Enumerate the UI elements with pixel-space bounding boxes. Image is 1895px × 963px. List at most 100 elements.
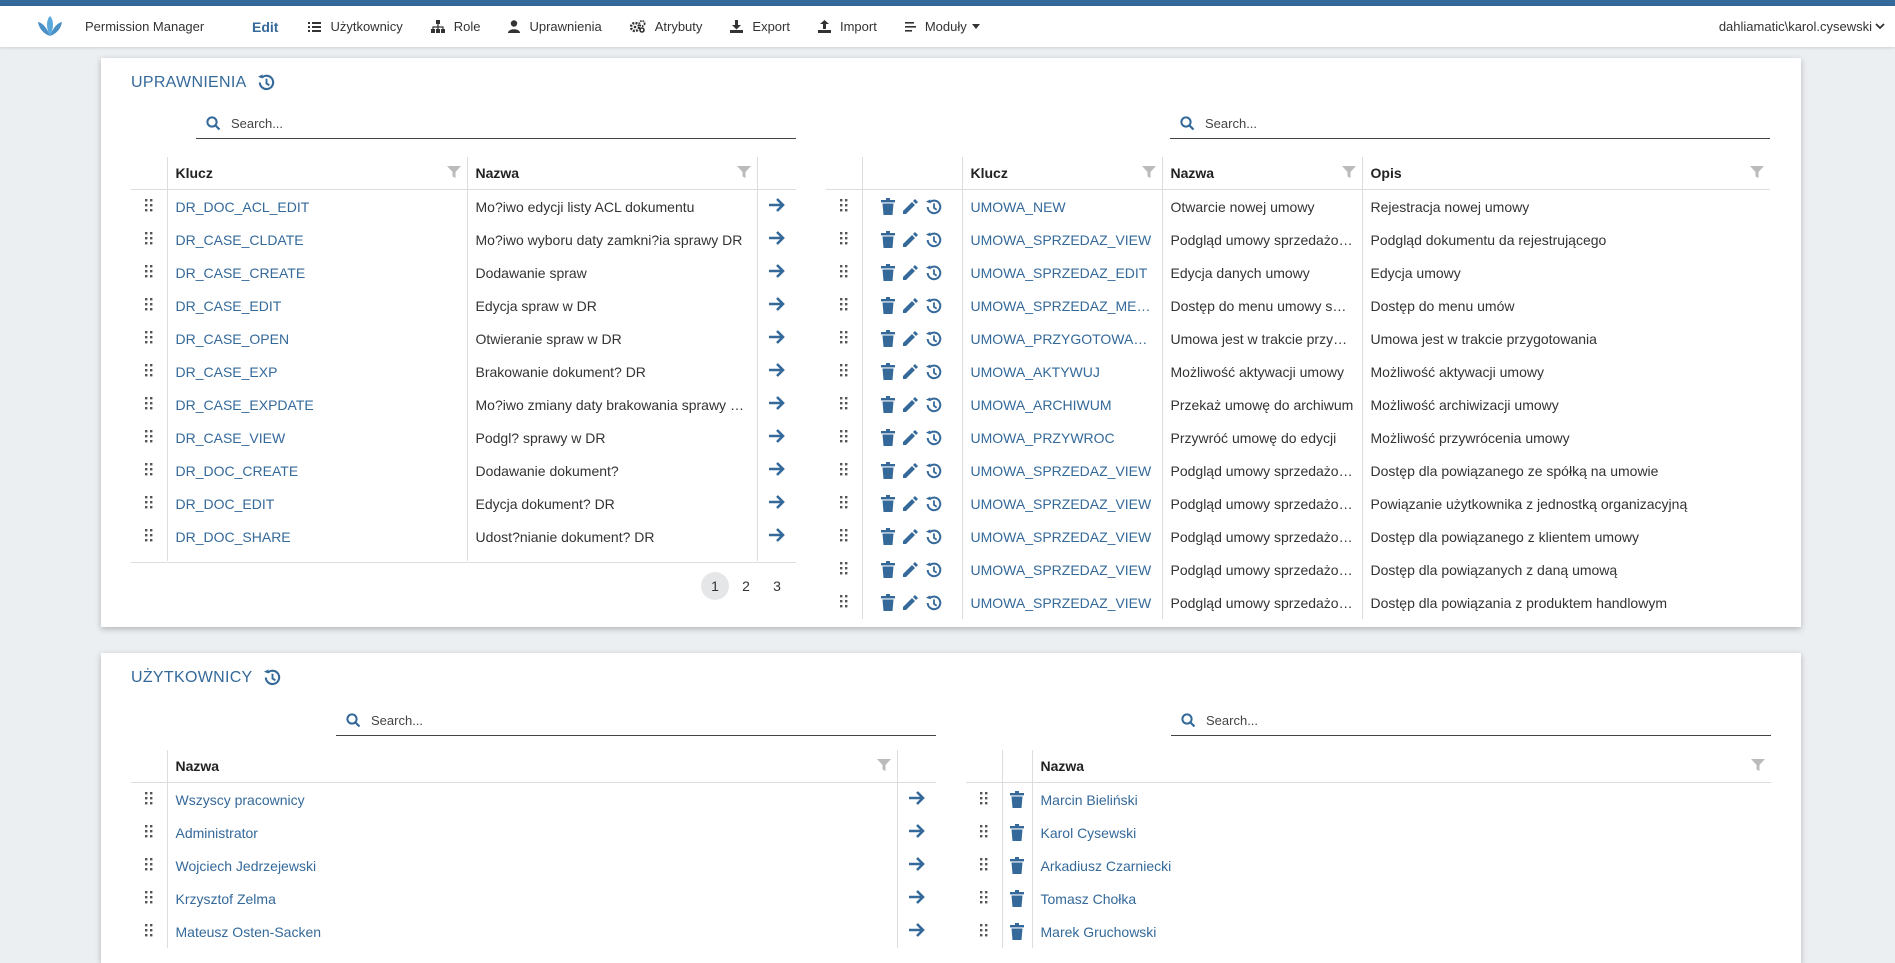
trash-icon[interactable] (878, 230, 898, 249)
nav-item-export[interactable]: Export (730, 19, 790, 34)
arrow-right-icon[interactable] (908, 857, 926, 875)
trash-icon[interactable] (878, 362, 898, 381)
pencil-icon[interactable] (898, 527, 922, 544)
pencil-icon[interactable] (898, 560, 922, 577)
drag-handle-cell[interactable] (966, 915, 1003, 948)
cell-text[interactable]: Marek Gruchowski (1032, 915, 1771, 948)
column-header-klucz[interactable]: Klucz (962, 157, 1163, 190)
drag-handle-icon[interactable] (144, 791, 153, 808)
drag-handle-icon[interactable] (144, 923, 153, 940)
drag-handle-icon[interactable] (839, 396, 848, 413)
arrow-right-icon[interactable] (768, 231, 786, 249)
cell-text[interactable]: DR_CASE_EDIT (167, 289, 468, 322)
page-button-1[interactable]: 1 (701, 572, 729, 600)
drag-handle-icon[interactable] (839, 330, 848, 347)
app-title[interactable]: Permission Manager (85, 19, 204, 34)
drag-handle-cell[interactable] (826, 454, 863, 487)
drag-handle-cell[interactable] (966, 882, 1003, 915)
cell-text[interactable]: UMOWA_SPRZEDAZ_VIEW (962, 454, 1163, 487)
user-menu[interactable]: dahliamatic\karol.cysewski (1719, 19, 1885, 34)
drag-handle-icon[interactable] (144, 363, 153, 380)
drag-handle-icon[interactable] (144, 198, 153, 215)
history-icon[interactable] (922, 296, 946, 313)
drag-handle-cell[interactable] (826, 355, 863, 388)
cell-text[interactable]: UMOWA_PRZYGOTOWA… (962, 322, 1163, 355)
drag-handle-icon[interactable] (144, 890, 153, 907)
cell-text[interactable]: DR_CASE_VIEW (167, 421, 468, 454)
filter-icon[interactable] (1141, 166, 1156, 179)
arrow-right-icon[interactable] (908, 791, 926, 809)
drag-handle-cell[interactable] (131, 915, 168, 948)
drag-handle-cell[interactable] (131, 355, 168, 388)
history-icon[interactable] (922, 329, 946, 346)
arrow-right-icon[interactable] (768, 429, 786, 447)
nav-edit[interactable]: Edit (252, 19, 278, 35)
drag-handle-cell[interactable] (131, 388, 168, 421)
nav-item-uzytkownicy[interactable]: Użytkownicy (308, 19, 403, 34)
filter-icon[interactable] (736, 166, 751, 179)
cell-text[interactable]: DR_DOC_SHARE (167, 520, 468, 553)
column-header-nazwa[interactable]: Nazwa (167, 750, 898, 783)
drag-handle-icon[interactable] (839, 594, 848, 611)
cell-text[interactable]: Mateusz Osten-Sacken (167, 915, 898, 948)
drag-handle-icon[interactable] (839, 429, 848, 446)
trash-icon[interactable] (878, 197, 898, 216)
drag-handle-icon[interactable] (144, 495, 153, 512)
history-icon[interactable] (922, 494, 946, 511)
cell-text[interactable]: DR_CASE_OPEN (167, 322, 468, 355)
drag-handle-cell[interactable] (131, 421, 168, 454)
filter-icon[interactable] (1751, 759, 1765, 772)
uzytkownicy-left-search[interactable] (336, 705, 936, 736)
drag-handle-cell[interactable] (826, 586, 863, 619)
drag-handle-icon[interactable] (979, 890, 988, 907)
filter-icon[interactable] (446, 166, 461, 179)
pencil-icon[interactable] (898, 197, 922, 214)
nav-item-uprawnienia[interactable]: Uprawnienia (508, 19, 602, 34)
cell-text[interactable]: Tomasz Chołka (1032, 882, 1771, 915)
column-header-klucz[interactable]: Klucz (167, 157, 468, 190)
pencil-icon[interactable] (898, 593, 922, 610)
drag-handle-icon[interactable] (144, 396, 153, 413)
drag-handle-cell[interactable] (131, 289, 168, 322)
column-header-nazwa[interactable]: Nazwa (467, 157, 758, 190)
arrow-right-icon[interactable] (768, 462, 786, 480)
cell-text[interactable]: DR_DOC_CREATE (167, 454, 468, 487)
history-icon[interactable] (922, 560, 946, 577)
drag-handle-cell[interactable] (966, 816, 1003, 849)
trash-icon[interactable] (878, 560, 898, 579)
drag-handle-icon[interactable] (979, 857, 988, 874)
page-button-2[interactable]: 2 (732, 572, 760, 600)
uprawnienia-left-search[interactable] (196, 108, 796, 139)
history-icon[interactable] (257, 73, 276, 92)
cell-text[interactable]: Marcin Bieliński (1032, 783, 1771, 817)
uprawnienia-right-search[interactable] (1170, 108, 1770, 139)
history-icon[interactable] (922, 593, 946, 610)
drag-handle-cell[interactable] (131, 256, 168, 289)
history-icon[interactable] (922, 461, 946, 478)
trash-icon[interactable] (1007, 890, 1027, 908)
drag-handle-cell[interactable] (131, 782, 168, 816)
cell-text[interactable]: UMOWA_SPRZEDAZ_EDIT (962, 256, 1163, 289)
drag-handle-cell[interactable] (966, 782, 1003, 816)
column-header-nazwa[interactable]: Nazwa (1032, 750, 1771, 783)
drag-handle-icon[interactable] (839, 198, 848, 215)
pencil-icon[interactable] (898, 395, 922, 412)
cell-text[interactable]: UMOWA_SPRZEDAZ_ME… (962, 289, 1163, 322)
trash-icon[interactable] (878, 263, 898, 282)
cell-text[interactable]: Wszyscy pracownicy (167, 782, 898, 816)
history-icon[interactable] (922, 230, 946, 247)
drag-handle-icon[interactable] (839, 297, 848, 314)
filter-icon[interactable] (876, 759, 891, 772)
cell-text[interactable]: DR_CASE_CREATE (167, 256, 468, 289)
drag-handle-icon[interactable] (144, 264, 153, 281)
drag-handle-cell[interactable] (826, 189, 863, 223)
drag-handle-cell[interactable] (826, 322, 863, 355)
drag-handle-icon[interactable] (144, 462, 153, 479)
drag-handle-icon[interactable] (839, 264, 848, 281)
trash-icon[interactable] (878, 527, 898, 546)
pencil-icon[interactable] (898, 428, 922, 445)
history-icon[interactable] (922, 362, 946, 379)
drag-handle-icon[interactable] (144, 231, 153, 248)
drag-handle-icon[interactable] (839, 495, 848, 512)
cell-text[interactable]: UMOWA_SPRZEDAZ_VIEW (962, 553, 1163, 586)
